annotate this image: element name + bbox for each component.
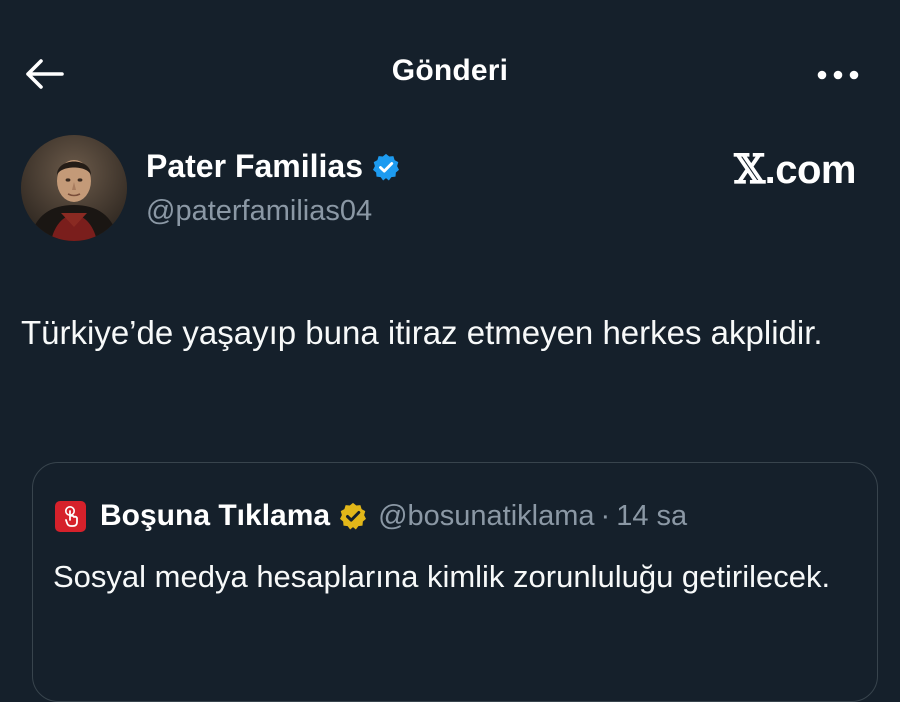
meta-separator: · bbox=[600, 499, 611, 532]
more-horizontal-icon bbox=[817, 70, 859, 80]
x-brand-domain: .com bbox=[764, 148, 857, 192]
tap-hand-icon bbox=[64, 506, 78, 527]
quoted-author-handle[interactable]: @bosunatiklama bbox=[378, 500, 594, 533]
quoted-post-time[interactable]: 14 sa bbox=[616, 500, 687, 533]
portrait-image bbox=[21, 135, 127, 241]
author-name-text: Pater Familias bbox=[146, 148, 363, 184]
author-avatar[interactable] bbox=[21, 135, 127, 241]
author-name[interactable]: Pater Familias bbox=[146, 148, 401, 185]
quoted-author-avatar[interactable] bbox=[55, 500, 86, 532]
page-title: Gönderi bbox=[391, 54, 509, 87]
x-brand-logo: 𝕏.com bbox=[734, 146, 856, 193]
top-bar: Gönderi bbox=[0, 0, 900, 140]
author-handle[interactable]: @paterfamilias04 bbox=[146, 195, 372, 228]
quoted-post-text: Sosyal medya hesaplarına kimlik zorunlul… bbox=[53, 559, 831, 594]
gold-verified-badge-icon bbox=[340, 502, 367, 530]
x-logo-icon: 𝕏 bbox=[734, 146, 765, 193]
quoted-author-name[interactable]: Boşuna Tıklama bbox=[100, 499, 330, 533]
more-options-button[interactable] bbox=[808, 58, 868, 92]
verified-badge-icon bbox=[373, 153, 399, 180]
quoted-post-header: Boşuna Tıklama @bosunatiklama · 14 sa bbox=[55, 499, 687, 533]
quoted-post-card[interactable]: Boşuna Tıklama @bosunatiklama · 14 sa So… bbox=[32, 462, 878, 702]
post-text: Türkiye’de yaşayıp buna itiraz etmeyen h… bbox=[21, 314, 823, 351]
